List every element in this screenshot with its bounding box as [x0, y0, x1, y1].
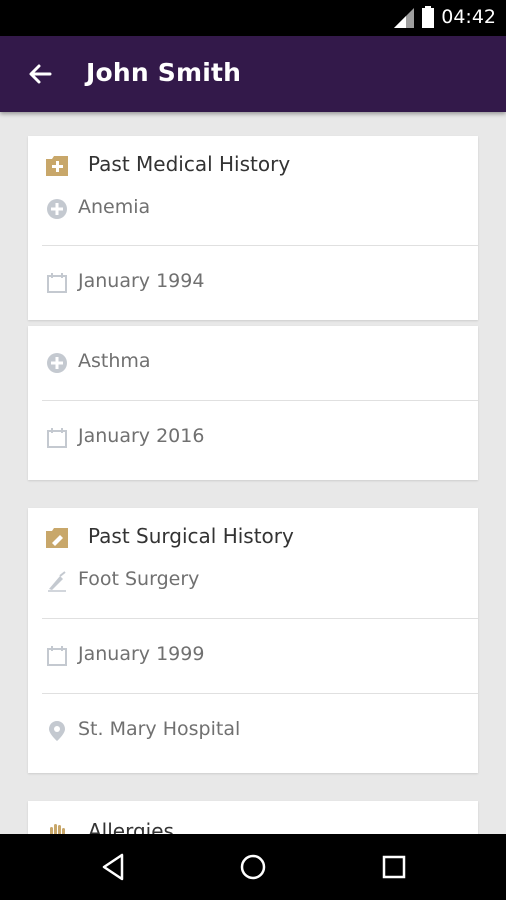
- medical-history-card: Past Medical History Anemia January 1994: [28, 136, 478, 320]
- section-title: Past Surgical History: [88, 524, 294, 548]
- condition-name: Anemia: [78, 196, 151, 218]
- section-title: Allergies: [88, 819, 174, 834]
- navigation-bar: [0, 834, 506, 900]
- plus-circle-icon: [47, 353, 67, 373]
- location-row: St. Mary Hospital: [42, 694, 478, 768]
- battery-icon: [422, 6, 434, 28]
- procedure-name: Foot Surgery: [78, 568, 200, 590]
- status-bar: 04:42: [0, 0, 506, 36]
- condition-date: January 2016: [78, 425, 205, 447]
- surgical-folder-icon: [46, 528, 68, 548]
- recents-nav-icon[interactable]: [378, 851, 410, 883]
- condition-row: Asthma: [42, 326, 478, 400]
- section-title: Past Medical History: [88, 152, 291, 176]
- date-row: January 2016: [42, 401, 478, 475]
- calendar-icon: [47, 428, 67, 448]
- home-nav-icon[interactable]: [237, 851, 269, 883]
- plus-circle-icon: [47, 199, 67, 219]
- procedure-date: January 1999: [78, 643, 205, 665]
- status-time: 04:42: [441, 6, 496, 28]
- page-title: John Smith: [86, 58, 242, 87]
- condition-date: January 1994: [78, 270, 205, 292]
- calendar-icon: [47, 646, 67, 666]
- allergies-card: Allergies: [28, 801, 478, 834]
- arrow-left-icon[interactable]: [24, 58, 56, 90]
- date-row: January 1999: [42, 619, 478, 693]
- app-bar: John Smith: [0, 36, 506, 112]
- date-row: January 1994: [42, 246, 478, 320]
- scalpel-icon: [48, 571, 66, 592]
- allergies-header: Allergies: [28, 813, 478, 834]
- medical-history-entry-card: Asthma January 2016: [28, 326, 478, 480]
- medical-history-header: Past Medical History: [28, 146, 478, 186]
- signal-icon: [394, 8, 414, 28]
- medical-folder-icon: [46, 156, 68, 176]
- calendar-icon: [47, 273, 67, 293]
- procedure-location: St. Mary Hospital: [78, 718, 241, 740]
- content-scroll-area[interactable]: Past Medical History Anemia January 1994: [0, 112, 506, 834]
- condition-name: Asthma: [78, 350, 151, 372]
- surgical-history-header: Past Surgical History: [28, 518, 478, 558]
- hand-icon: [50, 824, 65, 834]
- location-pin-icon: [49, 721, 65, 741]
- surgical-history-card: Past Surgical History Foot Surgery Janua…: [28, 508, 478, 773]
- back-nav-icon[interactable]: [98, 851, 130, 883]
